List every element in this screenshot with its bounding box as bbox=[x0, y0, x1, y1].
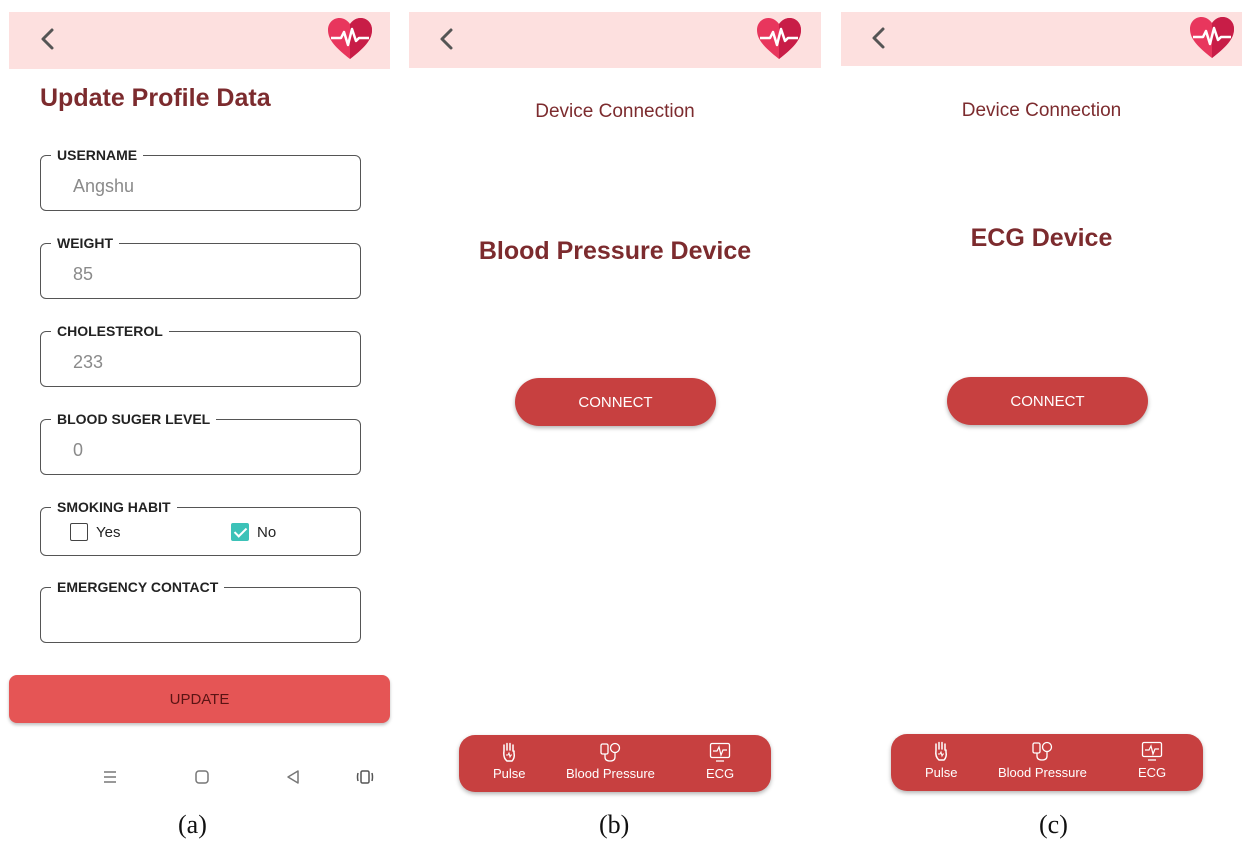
nav-ecg[interactable]: ECG bbox=[706, 741, 734, 781]
hand-pulse-icon bbox=[935, 741, 948, 761]
screen-header: Device Connection bbox=[961, 100, 1122, 121]
emergency-contact-field[interactable]: EMERGENCY CONTACT bbox=[40, 579, 361, 643]
back-chevron-icon[interactable] bbox=[33, 24, 63, 54]
cholesterol-label: CHOLESTEROL bbox=[51, 323, 169, 339]
blood-sugar-field[interactable]: BLOOD SUGER LEVEL 0 bbox=[40, 411, 361, 475]
smoking-habit-label: SMOKING HABIT bbox=[51, 499, 177, 515]
back-triangle-icon[interactable] bbox=[285, 769, 301, 785]
weight-field[interactable]: WEIGHT 85 bbox=[40, 235, 361, 299]
blood-pressure-monitor-icon bbox=[600, 742, 621, 762]
smoking-habit-group: SMOKING HABIT Yes No bbox=[40, 499, 361, 556]
caption-b: (b) bbox=[599, 810, 630, 839]
nav-pulse[interactable]: Pulse bbox=[493, 741, 526, 781]
nav-ecg[interactable]: ECG bbox=[1138, 740, 1166, 780]
device-title: ECG Device bbox=[970, 224, 1113, 252]
nav-pulse-label: Pulse bbox=[493, 766, 526, 781]
bottom-navigation: Pulse Blood Pressure ECG bbox=[459, 735, 771, 792]
yes-label: Yes bbox=[96, 523, 121, 541]
page-title: Update Profile Data bbox=[40, 84, 271, 112]
weight-label: WEIGHT bbox=[51, 235, 119, 251]
update-profile-screen: Update Profile Data USERNAME Angshu WEIG… bbox=[9, 12, 390, 802]
nav-blood-pressure-label: Blood Pressure bbox=[566, 766, 655, 781]
heart-pulse-logo-icon bbox=[1190, 17, 1234, 58]
smoking-no-option[interactable]: No bbox=[231, 523, 276, 541]
blood-sugar-label: BLOOD SUGER LEVEL bbox=[51, 411, 217, 427]
bottom-navigation: Pulse Blood Pressure ECG bbox=[891, 734, 1203, 791]
yes-checkbox[interactable] bbox=[70, 523, 88, 541]
screen-rotate-icon[interactable] bbox=[356, 768, 374, 786]
ecg-connection-screen: Device Connection ECG Device CONNECT Pul… bbox=[841, 12, 1242, 802]
device-title: Blood Pressure Device bbox=[478, 237, 752, 265]
nav-ecg-label: ECG bbox=[706, 766, 735, 781]
top-bar bbox=[841, 12, 1242, 66]
username-label: USERNAME bbox=[51, 147, 144, 163]
system-navigation-bar bbox=[9, 760, 390, 796]
heart-pulse-logo-icon bbox=[757, 18, 801, 59]
heart-pulse-logo-icon bbox=[328, 18, 372, 59]
home-icon[interactable] bbox=[194, 769, 210, 785]
username-field[interactable]: USERNAME Angshu bbox=[40, 147, 361, 211]
update-button[interactable]: UPDATE bbox=[9, 675, 390, 723]
cholesterol-field[interactable]: CHOLESTEROL 233 bbox=[40, 323, 361, 387]
back-chevron-icon[interactable] bbox=[432, 24, 462, 54]
screen-header: Device Connection bbox=[535, 101, 695, 122]
nav-blood-pressure-label: Blood Pressure bbox=[998, 765, 1087, 780]
nav-pulse-label: Pulse bbox=[925, 765, 958, 780]
emergency-contact-label: EMERGENCY CONTACT bbox=[51, 579, 225, 595]
username-value: Angshu bbox=[73, 176, 135, 196]
nav-blood-pressure[interactable]: Blood Pressure bbox=[566, 741, 655, 781]
nav-blood-pressure[interactable]: Blood Pressure bbox=[998, 740, 1087, 780]
blood-pressure-connection-screen: Device Connection Blood Pressure Device … bbox=[409, 12, 821, 802]
nav-ecg-label: ECG bbox=[1138, 765, 1167, 780]
no-label: No bbox=[257, 523, 277, 541]
nav-pulse[interactable]: Pulse bbox=[925, 740, 958, 780]
caption-a: (a) bbox=[178, 810, 207, 839]
connect-button[interactable]: CONNECT bbox=[515, 378, 716, 426]
ecg-monitor-icon bbox=[709, 742, 731, 762]
caption-c: (c) bbox=[1039, 810, 1068, 839]
back-chevron-icon[interactable] bbox=[864, 23, 894, 53]
cholesterol-value: 233 bbox=[73, 352, 104, 372]
top-bar bbox=[409, 12, 821, 68]
weight-value: 85 bbox=[73, 264, 94, 284]
blood-pressure-monitor-icon bbox=[1032, 741, 1053, 761]
top-bar bbox=[9, 12, 390, 69]
no-checkbox-checked[interactable] bbox=[231, 523, 249, 541]
blood-sugar-value: 0 bbox=[73, 440, 84, 460]
menu-icon[interactable] bbox=[102, 769, 118, 785]
connect-button[interactable]: CONNECT bbox=[947, 377, 1148, 425]
hand-pulse-icon bbox=[503, 742, 516, 762]
ecg-monitor-icon bbox=[1141, 741, 1163, 761]
smoking-yes-option[interactable]: Yes bbox=[70, 523, 120, 541]
